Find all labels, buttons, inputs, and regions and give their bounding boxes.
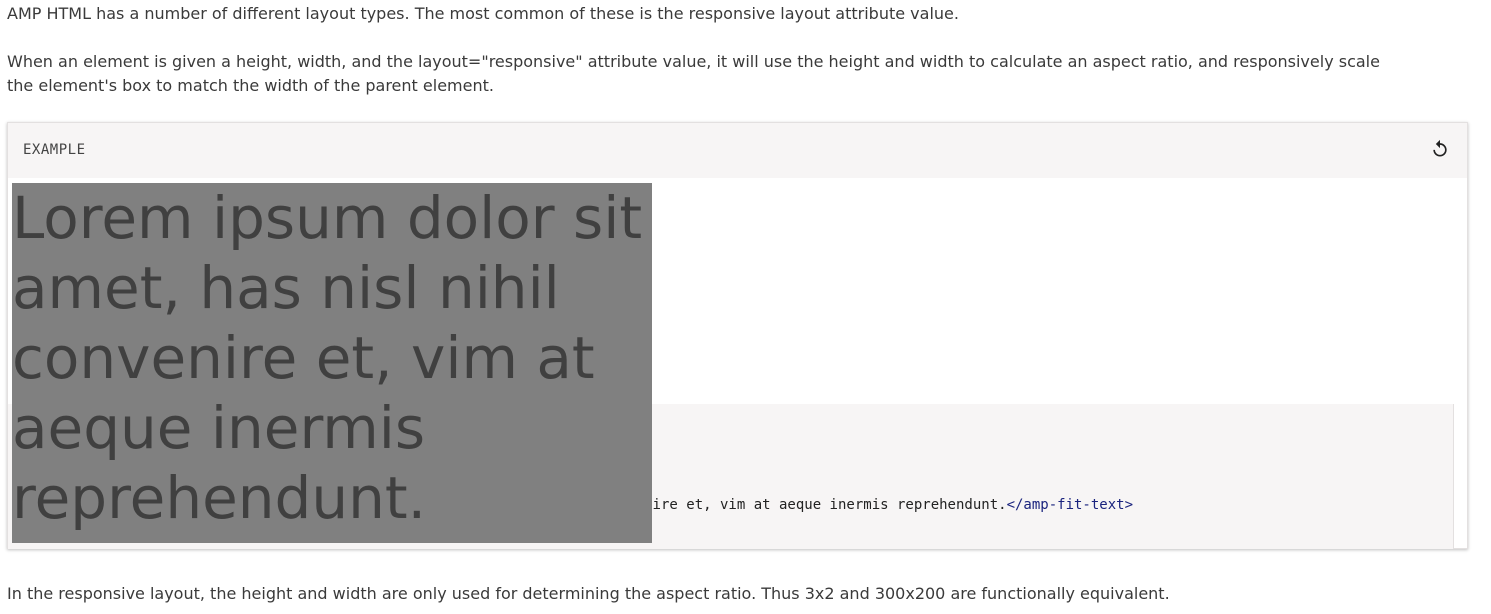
example-header: EXAMPLE xyxy=(8,123,1467,178)
reload-icon xyxy=(1433,139,1447,157)
intro-paragraph: AMP HTML has a number of different layou… xyxy=(7,4,959,23)
fit-text-content: Lorem ipsum dolor sit amet, has nisl nih… xyxy=(12,184,643,532)
reload-button[interactable] xyxy=(1427,136,1453,162)
aspect-ratio-paragraph: In the responsive layout, the height and… xyxy=(7,584,1170,603)
responsive-description-paragraph: When an element is given a height, width… xyxy=(7,52,1380,95)
example-label: EXAMPLE xyxy=(23,142,86,158)
code-text: nire et, vim at aeque inermis reprehendu… xyxy=(644,497,1007,513)
code-closing-tag: </amp-fit-text> xyxy=(1006,497,1133,513)
